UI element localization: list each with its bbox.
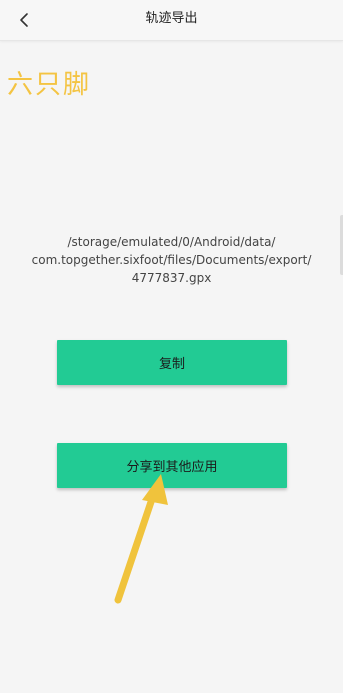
path-line-1: /storage/emulated/0/Android/data/ [67, 235, 276, 249]
back-button[interactable] [10, 6, 38, 34]
arrow-up-icon [114, 474, 168, 604]
page-title: 轨迹导出 [145, 11, 198, 26]
share-to-other-apps-button[interactable]: 分享到其他应用 [57, 443, 287, 488]
copy-button[interactable]: 复制 [57, 340, 287, 385]
export-file-path: /storage/emulated/0/Android/data/ com.to… [20, 233, 323, 287]
chevron-left-icon [20, 13, 28, 27]
path-line-3: 4777837.gpx [131, 271, 212, 285]
path-line-2: com.topgether.sixfoot/files/Documents/ex… [31, 253, 312, 267]
top-app-bar: 轨迹导出 [0, 0, 343, 41]
app-logo-text: 六只脚 [7, 70, 92, 100]
share-button-label: 分享到其他应用 [126, 460, 218, 475]
copy-button-label: 复制 [158, 357, 185, 372]
